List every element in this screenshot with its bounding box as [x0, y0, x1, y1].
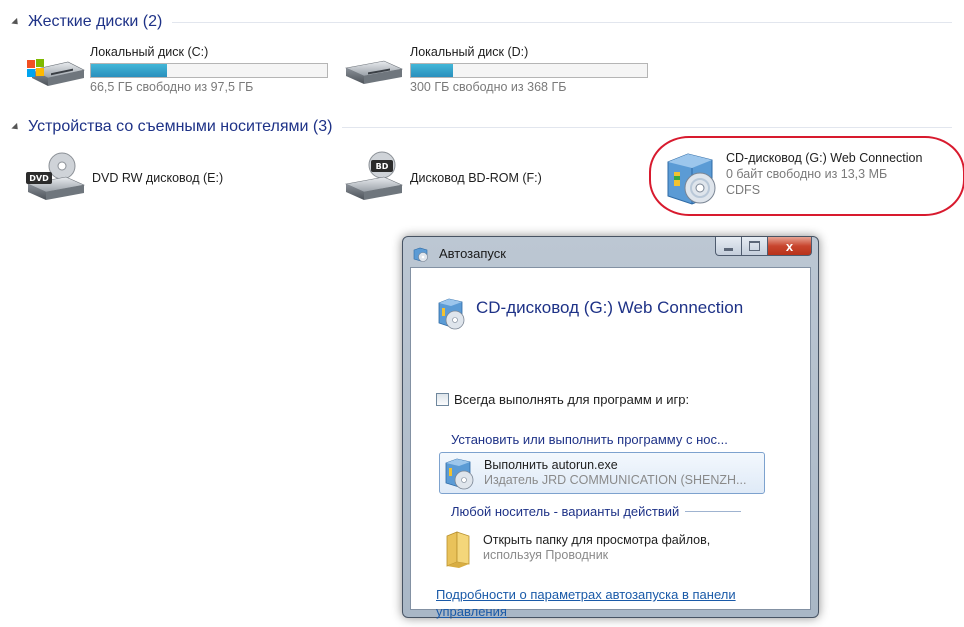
drive-name: Дисковод BD-ROM (F:) [410, 171, 542, 185]
open-folder-option[interactable]: Открыть папку для просмотра файлов, испо… [439, 527, 765, 569]
disk-usage-fill [91, 64, 167, 77]
hard-drive-windows-icon [24, 44, 86, 92]
device-title: CD-дисковод (G:) Web Connection [476, 298, 744, 317]
section-title: Установить или выполнить программу с нос… [451, 432, 728, 447]
dvd-drive-icon: DVD [24, 150, 86, 208]
run-autorun-option[interactable]: Выполнить autorun.exe Издатель JRD COMMU… [439, 452, 765, 494]
drive-d[interactable]: Локальный диск (D:) 300 ГБ свободно из 3… [342, 44, 648, 95]
group-header-hard-disks[interactable]: Жесткие диски (2) [11, 12, 952, 32]
cd-autorun-icon [438, 298, 465, 330]
maximize-button[interactable] [742, 237, 768, 256]
disk-usage-bar [410, 63, 648, 78]
autorun-program-icon [445, 458, 474, 490]
bd-badge: BD [376, 162, 389, 171]
open-folder-label: Открыть папку для просмотра файлов, [483, 533, 711, 547]
group-title: Устройства со съемными носителями (3) [28, 118, 333, 135]
section-general-options: Любой носитель - варианты действий [451, 504, 742, 519]
drive-name: Локальный диск (C:) [90, 45, 209, 59]
section-title: Любой носитель - варианты действий [451, 504, 680, 519]
always-do-label: Всегда выполнять для программ и игр: [454, 392, 690, 407]
collapse-arrow-icon[interactable] [11, 17, 21, 28]
hard-drive-icon [342, 44, 404, 92]
dialog-title: Автозапуск [439, 246, 506, 261]
section-install-program: Установить или выполнить программу с нос… [451, 432, 728, 447]
drive-name: Локальный диск (D:) [410, 45, 529, 59]
disk-usage-fill [411, 64, 454, 77]
minimize-button[interactable] [715, 237, 742, 256]
minimize-icon [724, 247, 733, 251]
section-divider [685, 511, 742, 512]
autoplay-dialog[interactable]: Автозапуск x CD-дисковод (G:) Web Connec… [402, 236, 819, 619]
open-folder-sub: используя Проводник [483, 548, 609, 562]
maximize-icon [749, 241, 760, 251]
group-title: Жесткие диски (2) [28, 13, 163, 30]
close-button[interactable]: x [768, 237, 812, 256]
drive-f[interactable]: BD Дисковод BD-ROM (F:) [342, 150, 542, 208]
drive-free-space: 66,5 ГБ свободно из 97,5 ГБ [90, 80, 254, 94]
bd-drive-icon: BD [342, 150, 404, 208]
group-divider [172, 21, 952, 23]
autoplay-settings-link[interactable]: Подробности о параметрах автозапуска в п… [436, 586, 796, 620]
run-autorun-publisher: Издатель JRD COMMUNICATION (SHENZH... [484, 473, 747, 487]
folder-icon [446, 531, 470, 568]
drive-free-space: 300 ГБ свободно из 368 ГБ [410, 80, 567, 94]
disk-usage-bar [90, 63, 328, 78]
close-icon: x [785, 238, 794, 254]
dialog-client: CD-дисковод (G:) Web Connection Всегда в… [410, 267, 811, 619]
drive-c[interactable]: Локальный диск (C:) 66,5 ГБ свободно из … [24, 44, 328, 95]
group-header-removable[interactable]: Устройства со съемными носителями (3) [11, 117, 952, 137]
highlight-ellipse [649, 136, 964, 216]
dialog-header: CD-дисковод (G:) Web Connection [436, 293, 743, 333]
autoplay-icon [412, 245, 430, 263]
run-autorun-label: Выполнить autorun.exe [484, 458, 618, 472]
group-divider [342, 126, 952, 128]
always-do-row[interactable]: Всегда выполнять для программ и игр: [436, 392, 689, 407]
drive-e[interactable]: DVD DVD RW дисковод (E:) [24, 150, 223, 208]
dialog-titlebar[interactable]: Автозапуск x [403, 237, 818, 267]
drive-name: DVD RW дисковод (E:) [92, 171, 224, 185]
collapse-arrow-icon[interactable] [11, 122, 21, 133]
dvd-badge: DVD [29, 174, 49, 183]
always-do-checkbox[interactable] [436, 393, 449, 406]
